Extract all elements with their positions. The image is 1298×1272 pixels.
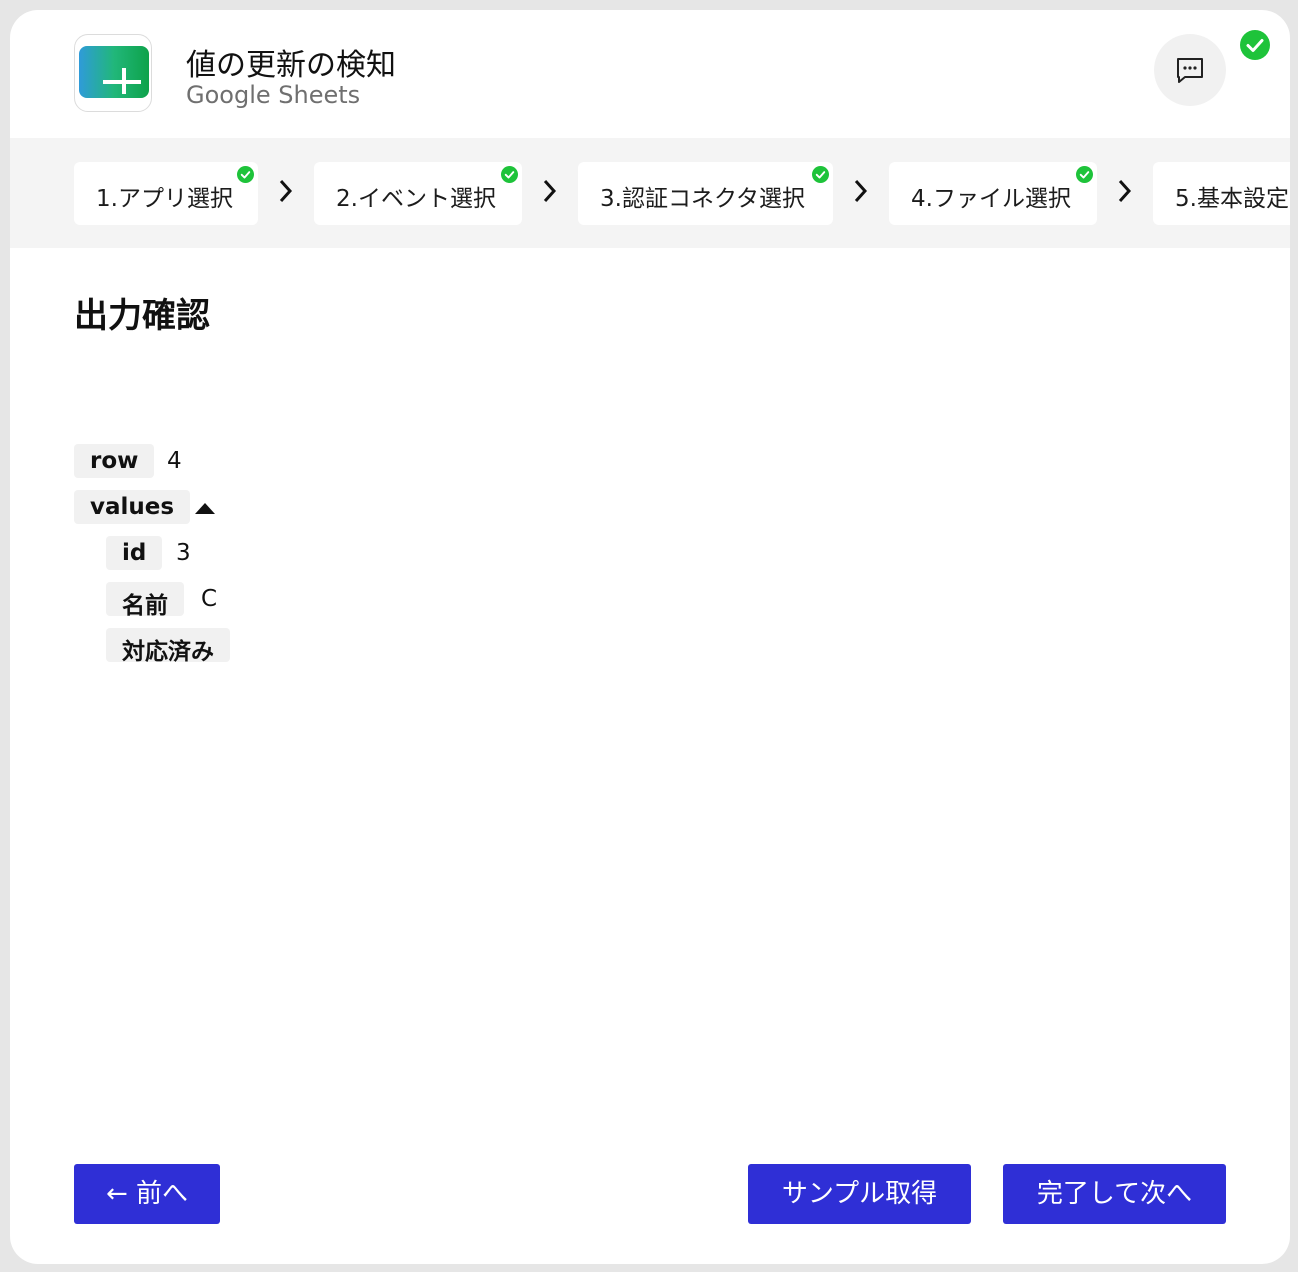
output-value-id: 3 (176, 540, 191, 566)
step-basic-settings[interactable]: 5.基本設定 (1153, 162, 1290, 225)
output-key-values: values (74, 490, 191, 524)
step-complete-icon (1076, 166, 1093, 183)
collapse-arrow-icon[interactable] (194, 500, 216, 516)
output-value-name: C (201, 586, 218, 612)
step-app-select[interactable]: 1.アプリ選択 (74, 162, 258, 225)
chat-bubble-icon (1177, 58, 1203, 83)
output-key-name: 名前 (106, 582, 184, 619)
chevron-right-icon (1118, 179, 1132, 203)
step-event-select[interactable]: 2.イベント選択 (314, 162, 522, 225)
page-title: 値の更新の検知 (186, 48, 396, 83)
step-label: 4.ファイル選択 (911, 186, 1071, 212)
section-title: 出力確認 (74, 296, 210, 336)
check-circle-icon (1240, 30, 1270, 60)
chat-button[interactable] (1154, 34, 1226, 106)
prev-button[interactable]: ← 前へ (74, 1164, 220, 1224)
chevron-right-icon (279, 179, 293, 203)
step-connector-select[interactable]: 3.認証コネクタ選択 (578, 162, 833, 225)
chevron-right-icon (854, 179, 868, 203)
step-file-select[interactable]: 4.ファイル選択 (889, 162, 1097, 225)
step-complete-icon (501, 166, 518, 183)
app-name: Google Sheets (186, 81, 361, 109)
output-key-handled: 対応済み (106, 628, 230, 665)
step-complete-icon (237, 166, 254, 183)
output-key-id: id (106, 536, 163, 570)
main-panel: 値の更新の検知 Google Sheets 1.アプリ選択 2.イベント選択 3… (10, 10, 1290, 1264)
step-navigation: 1.アプリ選択 2.イベント選択 3.認証コネクタ選択 4.ファイル選択 5.基… (10, 138, 1290, 248)
step-label: 5.基本設定 (1175, 186, 1289, 212)
step-complete-icon (812, 166, 829, 183)
header: 値の更新の検知 Google Sheets (10, 10, 1290, 138)
chevron-right-icon (543, 179, 557, 203)
step-label: 1.アプリ選択 (96, 186, 233, 212)
step-label: 3.認証コネクタ選択 (600, 186, 806, 212)
output-key-row: row (74, 444, 155, 478)
output-value-row: 4 (167, 448, 182, 474)
complete-next-button[interactable]: 完了して次へ (1003, 1164, 1226, 1224)
get-sample-button[interactable]: サンプル取得 (748, 1164, 971, 1224)
google-sheets-logo-icon (74, 34, 152, 112)
step-label: 2.イベント選択 (336, 186, 496, 212)
